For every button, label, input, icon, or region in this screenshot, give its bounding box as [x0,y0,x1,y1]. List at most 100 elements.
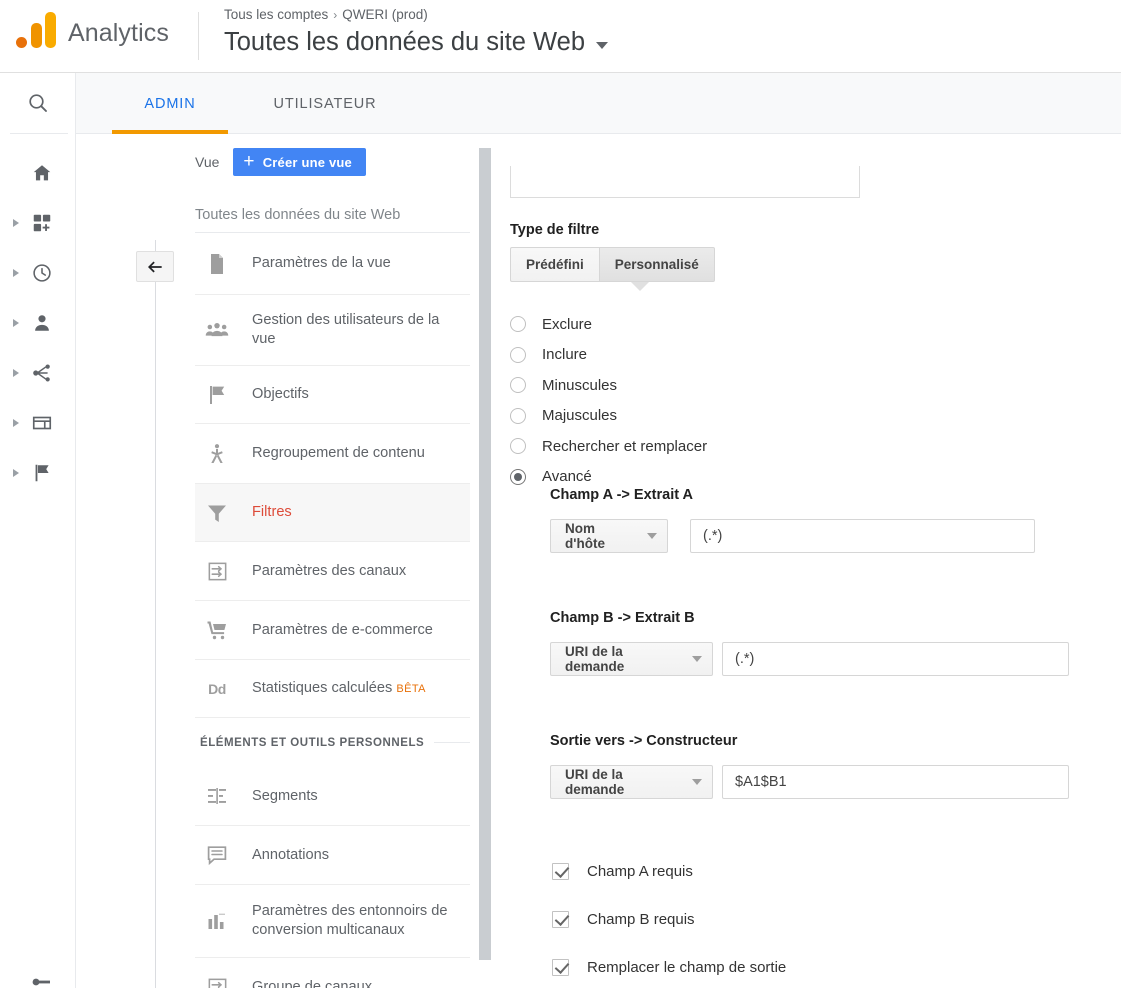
tab-utilisateur[interactable]: UTILISATEUR [252,73,398,134]
behavior-window-icon [30,411,54,435]
menu-item-ecommerce-settings[interactable]: Paramètres de e-commerce [195,601,470,660]
filter-detail-panel: Type de filtre Prédéfini Personnalisé Ex… [492,134,1121,988]
radio-rechercher-remplacer[interactable]: Rechercher et remplacer [510,431,1070,462]
radio-icon [510,346,526,363]
output-constructor-input[interactable] [722,765,1069,799]
google-analytics-logo-icon [14,12,56,54]
radio-majuscules[interactable]: Majuscules [510,401,1070,432]
audience-person-icon [30,311,54,335]
radio-inclure[interactable]: Inclure [510,340,1070,371]
radio-icon [510,316,526,333]
radio-icon [510,407,526,424]
field-a-select-value: Nom d'hôte [565,521,605,551]
annotations-icon [200,838,234,872]
checkbox-icon-checked [552,910,569,928]
selected-tab-pointer-icon [631,282,649,291]
filter-type-custom-button[interactable]: Personnalisé [598,247,715,282]
expand-arrow-icon[interactable] [13,369,19,377]
menu-item-annotations[interactable]: Annotations [195,826,470,885]
checkbox-override-output-field[interactable]: Remplacer le champ de sortie [552,943,786,988]
checkbox-field-a-required[interactable]: Champ A requis [552,847,786,895]
radio-icon-selected [510,468,526,485]
field-a-row: Nom d'hôte [550,519,1110,553]
realtime-clock-icon [30,261,54,285]
filter-name-input[interactable] [510,166,860,198]
menu-scrollbar-thumb[interactable] [479,148,491,960]
collapse-panel-button[interactable] [136,251,174,282]
field-a-select[interactable]: Nom d'hôte [550,519,668,553]
beta-badge: BÊTA [396,682,426,695]
menu-item-label: Paramètres de e-commerce [252,621,433,638]
menu-item-channel-group[interactable]: Groupe de canaux [195,958,470,988]
checkbox-field-b-required[interactable]: Champ B requis [552,895,786,943]
field-b-block: Champ B -> Extrait B URI de la demande [550,610,1110,676]
menu-item-calculated-metrics[interactable]: Dd Statistiques calculées BÊTA [195,660,470,718]
rail-item-realtime[interactable] [0,248,76,298]
breadcrumb-all-accounts[interactable]: Tous les comptes [224,7,328,22]
menu-item-multichannel-funnels[interactable]: Paramètres des entonnoirs de conversion … [195,885,470,958]
breadcrumb-separator-icon: › [333,8,338,22]
dd-glyph: Dd [208,680,226,697]
menu-item-channel-settings[interactable]: Paramètres des canaux [195,542,470,601]
expand-arrow-icon[interactable] [13,219,19,227]
rail-item-conversions[interactable] [0,448,76,498]
view-settings-menu: Vue + Créer une vue Toutes les données d… [176,134,492,988]
menu-item-segments[interactable]: Segments [195,767,470,826]
menu-item-label: Paramètres des entonnoirs de conversion … [252,903,448,938]
filter-type-predefined-button[interactable]: Prédéfini [510,247,599,282]
channel-group-icon [200,971,234,988]
current-view-name: Toutes les données du site Web [195,207,401,223]
menu-item-goals[interactable]: Objectifs [195,366,470,424]
output-select[interactable]: URI de la demande [550,765,713,799]
expand-arrow-icon[interactable] [13,319,19,327]
rail-item-home[interactable] [0,148,76,198]
segments-icon [200,779,234,813]
create-view-label: Créer une vue [262,154,352,170]
create-view-button[interactable]: + Créer une vue [233,148,366,176]
admin-key-icon[interactable] [30,970,54,988]
chevron-down-icon [692,779,702,785]
search-icon [29,94,47,112]
acquisition-share-icon [30,361,54,385]
breadcrumb: Tous les comptes › QWERI (prod) [224,7,428,22]
rail-item-behavior[interactable] [0,398,76,448]
output-row: URI de la demande [550,765,1110,799]
search-button[interactable] [0,73,76,133]
rail-item-acquisition[interactable] [0,348,76,398]
view-selector[interactable]: Toutes les données du site Web [224,28,609,57]
menu-item-content-grouping[interactable]: Regroupement de contenu [195,424,470,484]
breadcrumb-account[interactable]: QWERI (prod) [342,7,428,22]
chevron-down-icon[interactable] [596,42,609,49]
menu-item-label: Filtres [252,504,292,520]
brand-name: Analytics [68,18,169,47]
field-b-select[interactable]: URI de la demande [550,642,713,676]
menu-item-label: Regroupement de contenu [252,445,425,461]
expand-arrow-icon[interactable] [13,419,19,427]
field-a-extract-input[interactable] [690,519,1035,553]
menu-item-label: Statistiques calculées BÊTA [252,679,426,696]
checkbox-icon-checked [552,862,569,880]
menu-item-user-management[interactable]: Gestion des utilisateurs de la vue [195,295,470,366]
chevron-down-icon [647,533,657,539]
radio-label: Rechercher et remplacer [542,437,708,455]
analytics-logo-link[interactable]: Analytics [14,12,169,54]
radio-icon [510,377,526,394]
radio-exclure[interactable]: Exclure [510,309,1070,340]
expand-arrow-icon[interactable] [13,269,19,277]
menu-item-filters[interactable]: Filtres [195,484,470,542]
output-select-value: URI de la demande [565,767,625,797]
field-b-extract-input[interactable] [722,642,1069,676]
radio-icon [510,438,526,455]
radio-label: Majuscules [542,407,618,425]
checkbox-label: Champ B requis [587,910,695,928]
menu-column-label: Vue [195,154,220,170]
rail-item-audience[interactable] [0,298,76,348]
checkbox-icon-checked [552,958,569,976]
output-title: Sortie vers -> Constructeur [550,733,738,749]
expand-arrow-icon[interactable] [13,469,19,477]
menu-list: Paramètres de la vue Gestion des utilisa… [195,233,470,988]
tab-admin[interactable]: ADMIN [112,73,228,134]
rail-item-customization[interactable] [0,198,76,248]
radio-minuscules[interactable]: Minuscules [510,370,1070,401]
menu-item-view-settings[interactable]: Paramètres de la vue [195,233,470,295]
